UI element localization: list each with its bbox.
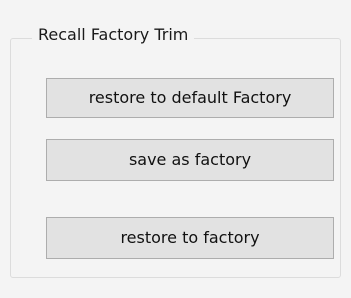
restore-to-default-factory-button[interactable]: restore to default Factory xyxy=(46,78,334,118)
groupbox-title: Recall Factory Trim xyxy=(32,25,195,45)
restore-to-factory-button[interactable]: restore to factory xyxy=(46,217,334,259)
save-as-factory-button[interactable]: save as factory xyxy=(46,139,334,181)
dialog-panel: Recall Factory Trim restore to default F… xyxy=(0,0,351,298)
